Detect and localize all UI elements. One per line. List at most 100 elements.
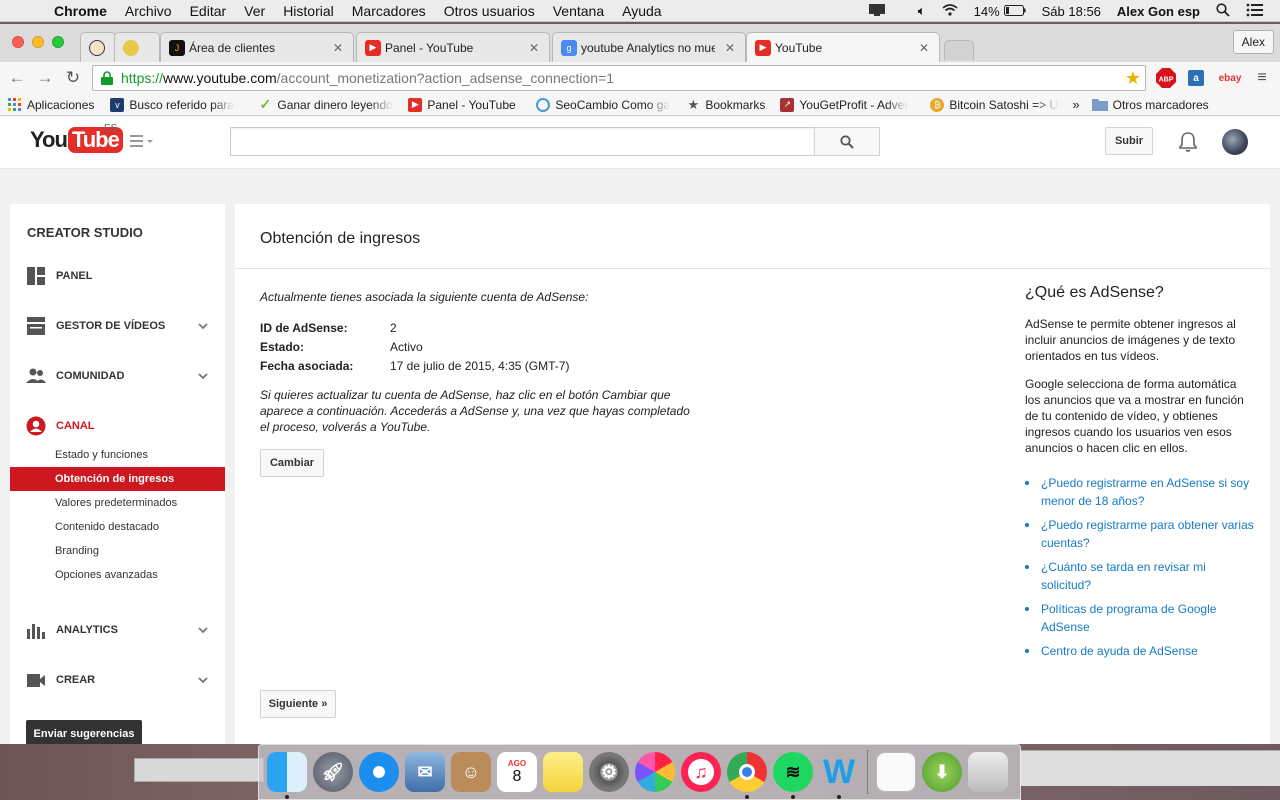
finder-icon[interactable] — [267, 752, 307, 799]
wifi-icon[interactable] — [942, 3, 958, 19]
sidebar-subitem-advanced[interactable]: Opciones avanzadas — [10, 563, 225, 587]
running-indicator — [791, 795, 795, 799]
tab-pinned-2[interactable] — [114, 32, 160, 62]
help-link[interactable]: Políticas de programa de Google AdSense — [1025, 600, 1255, 636]
tab-area-clientes[interactable]: J Área de clientes ✕ — [160, 32, 354, 62]
chrome-icon[interactable] — [727, 752, 767, 799]
ebay-extension-icon[interactable]: ebay — [1216, 68, 1244, 88]
guide-menu-icon[interactable] — [130, 134, 154, 150]
bookmark-busco-referido[interactable]: v Busco referido para — [110, 97, 248, 112]
close-window-button[interactable] — [12, 36, 24, 48]
tab-panel-youtube[interactable]: ▶ Panel - YouTube ✕ — [356, 32, 550, 62]
zoom-window-button[interactable] — [52, 36, 64, 48]
word-icon[interactable]: W — [819, 752, 859, 799]
app-menu[interactable]: Chrome — [54, 3, 107, 19]
upload-button[interactable]: Subir — [1105, 127, 1153, 155]
bookmark-yougetprofit[interactable]: ↗ YouGetProfit - Adver — [780, 97, 920, 112]
sidebar-item-panel[interactable]: PANEL — [10, 264, 225, 288]
close-icon[interactable]: ✕ — [723, 41, 737, 55]
amazon-extension-icon[interactable]: a — [1186, 68, 1206, 88]
close-icon[interactable]: ✕ — [331, 41, 345, 55]
change-button[interactable]: Cambiar — [260, 449, 324, 477]
document-icon[interactable] — [876, 752, 916, 792]
menu-otros-usuarios[interactable]: Otros usuarios — [444, 3, 535, 19]
send-feedback-button[interactable]: Enviar sugerencias — [26, 720, 142, 744]
sidebar-subitem-monetization[interactable]: Obtención de ingresos — [10, 467, 225, 491]
tab-youtube-analytics[interactable]: g youtube Analytics no mues ✕ — [552, 32, 746, 62]
bookmark-bitcoin[interactable]: ₿ Bitcoin Satoshi => U — [930, 97, 1066, 112]
youtube-logo[interactable]: You Tube ES — [30, 123, 123, 153]
adblock-icon[interactable]: ABP — [1156, 68, 1176, 88]
chevron-down-icon[interactable] — [197, 624, 209, 636]
bookmark-star-icon[interactable]: ★ — [1125, 68, 1141, 89]
sidebar-item-create[interactable]: CREAR — [10, 668, 225, 692]
system-preferences-icon[interactable]: ⚙ — [589, 752, 629, 792]
search-input[interactable] — [230, 127, 815, 156]
clock[interactable]: Sáb 18:56 — [1042, 4, 1101, 19]
help-link[interactable]: ¿Puedo registrarme para obtener varias c… — [1025, 516, 1255, 552]
creator-studio-title[interactable]: CREATOR STUDIO — [27, 225, 143, 240]
sidebar-item-community[interactable]: COMUNIDAD — [10, 364, 225, 388]
bookmarks-overflow-chevron[interactable]: » — [1072, 97, 1079, 112]
bookmark-ganar-dinero[interactable]: ✓ Ganar dinero leyendo — [258, 98, 398, 112]
trash-icon[interactable] — [968, 752, 1008, 792]
sidebar-item-channel[interactable]: CANAL — [10, 414, 225, 438]
bookmark-other-folder[interactable]: Otros marcadores — [1091, 98, 1209, 112]
volume-icon[interactable]: 🔈︎ — [918, 3, 926, 19]
bookmark-bookmarks[interactable]: ★ Bookmarks — [686, 98, 770, 112]
close-icon[interactable]: ✕ — [527, 41, 541, 55]
avatar[interactable] — [1222, 129, 1248, 155]
sidebar-subitem-defaults[interactable]: Valores predeterminados — [10, 491, 225, 515]
bookmark-apps[interactable]: Aplicaciones — [8, 97, 94, 112]
chevron-down-icon[interactable] — [197, 370, 209, 382]
battery-icon[interactable] — [1003, 4, 1026, 19]
notes-icon[interactable] — [543, 752, 583, 792]
next-button[interactable]: Siguiente » — [260, 690, 336, 718]
help-link[interactable]: ¿Cuánto se tarda en revisar mi solicitud… — [1025, 558, 1255, 594]
close-icon[interactable]: ✕ — [917, 41, 931, 55]
tab-pinned-1[interactable] — [80, 32, 116, 62]
forward-arrow-icon[interactable]: → — [34, 67, 56, 89]
sidebar-item-analytics[interactable]: ANALYTICS — [10, 618, 225, 642]
sidebar-subitem-estado[interactable]: Estado y funciones — [10, 443, 225, 467]
sidebar-item-video-manager[interactable]: GESTOR DE VÍDEOS — [10, 314, 225, 338]
menu-archivo[interactable]: Archivo — [125, 3, 172, 19]
launchpad-icon[interactable]: 🚀︎ — [313, 752, 353, 792]
sidebar-subitem-featured[interactable]: Contenido destacado — [10, 515, 225, 539]
menu-ayuda[interactable]: Ayuda — [622, 3, 661, 19]
search-button[interactable] — [814, 127, 880, 156]
spotlight-search-icon[interactable] — [1216, 2, 1230, 20]
help-link[interactable]: Centro de ayuda de AdSense — [1025, 642, 1255, 660]
sidebar-subitem-branding[interactable]: Branding — [10, 539, 225, 563]
contacts-icon[interactable]: ☺ — [451, 752, 491, 792]
tab-youtube-active[interactable]: ▶ YouTube ✕ — [746, 32, 940, 62]
address-bar[interactable]: https://www.youtube.com/account_monetiza… — [92, 65, 1146, 91]
bookmark-seocambio[interactable]: SeoCambio Como ga — [536, 97, 676, 112]
notifications-bell-icon[interactable] — [1178, 131, 1198, 153]
profile-button[interactable]: Alex — [1232, 30, 1274, 54]
menu-historial[interactable]: Historial — [283, 3, 334, 19]
display-icon[interactable] — [868, 3, 886, 20]
help-link[interactable]: ¿Puedo registrarme en AdSense si soy men… — [1025, 474, 1255, 510]
notification-center-icon[interactable] — [1246, 3, 1264, 20]
reload-icon[interactable]: ↻ — [62, 67, 84, 89]
mail-icon[interactable]: ✉ — [405, 752, 445, 792]
downloads-icon[interactable]: ⬇ — [922, 752, 962, 792]
chrome-menu-icon[interactable]: ≡ — [1252, 68, 1272, 88]
minimize-window-button[interactable] — [32, 36, 44, 48]
new-tab-button[interactable] — [944, 40, 974, 60]
menu-editar[interactable]: Editar — [190, 3, 227, 19]
safari-icon[interactable] — [359, 752, 399, 792]
calendar-icon[interactable]: AGO 8 — [497, 752, 537, 792]
chevron-down-icon[interactable] — [197, 320, 209, 332]
user-name[interactable]: Alex Gon esp — [1117, 4, 1200, 19]
menu-ver[interactable]: Ver — [244, 3, 265, 19]
menu-ventana[interactable]: Ventana — [553, 3, 604, 19]
bookmark-panel-youtube[interactable]: ▶ Panel - YouTube — [408, 97, 526, 112]
menu-marcadores[interactable]: Marcadores — [352, 3, 426, 19]
chevron-down-icon[interactable] — [197, 674, 209, 686]
back-arrow-icon[interactable]: ← — [6, 67, 28, 89]
photos-icon[interactable] — [635, 752, 675, 792]
spotify-icon[interactable]: ≋ — [773, 752, 813, 799]
itunes-icon[interactable]: ♫ — [681, 752, 721, 792]
